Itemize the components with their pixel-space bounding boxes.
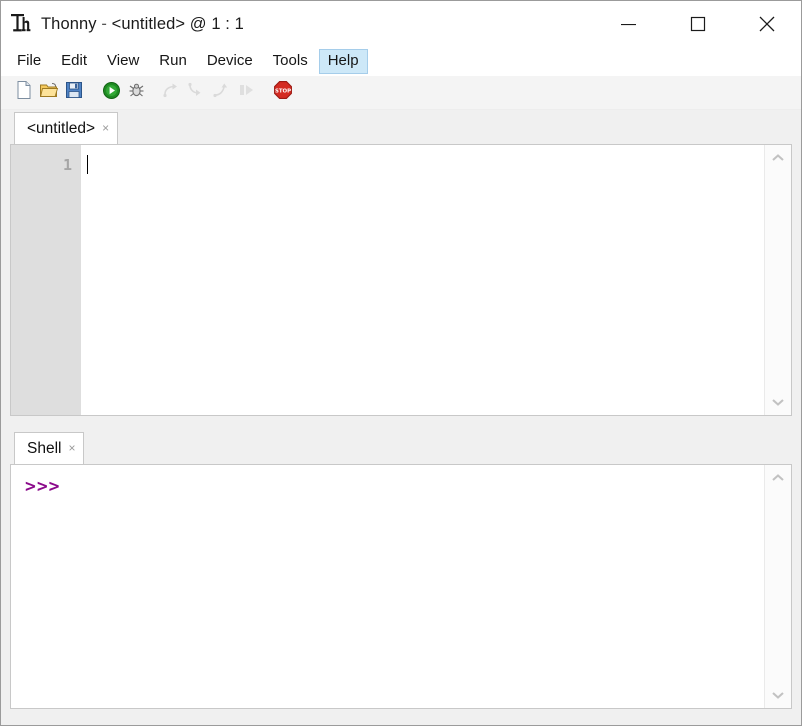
minimize-button[interactable] bbox=[594, 1, 663, 47]
svg-text:STOP: STOP bbox=[275, 89, 291, 95]
title-bar: Thonny - <untitled> @ 1 : 1 bbox=[1, 1, 801, 47]
window-title-app: Thonny bbox=[41, 14, 97, 33]
thonny-th-logo-icon bbox=[10, 12, 32, 36]
save-floppy-icon bbox=[65, 81, 83, 104]
content-bottom-spacer bbox=[10, 709, 792, 719]
run-play-icon bbox=[102, 81, 121, 105]
window-title-dash: - bbox=[101, 14, 107, 33]
open-file-button[interactable] bbox=[37, 81, 61, 105]
save-file-button[interactable] bbox=[62, 81, 86, 105]
window-title-position: @ 1 : 1 bbox=[189, 14, 244, 33]
chevron-down-icon[interactable] bbox=[769, 393, 787, 411]
step-into-icon bbox=[187, 82, 206, 104]
step-into-button[interactable] bbox=[184, 81, 208, 105]
pane-divider[interactable] bbox=[10, 416, 792, 430]
tab-shell[interactable]: Shell × bbox=[14, 432, 85, 464]
editor-text-area[interactable] bbox=[81, 145, 764, 415]
window-controls bbox=[594, 1, 801, 47]
menu-item-device[interactable]: Device bbox=[198, 49, 262, 75]
shell-tab-label: Shell bbox=[27, 439, 62, 457]
tab-untitled[interactable]: <untitled> × bbox=[14, 112, 119, 144]
debug-bug-icon bbox=[127, 81, 146, 105]
menu-item-help[interactable]: Help bbox=[318, 48, 368, 75]
step-out-button[interactable] bbox=[209, 81, 233, 105]
menu-item-file[interactable]: File bbox=[8, 49, 50, 75]
toolbar: STOP bbox=[1, 76, 801, 110]
text-cursor bbox=[87, 155, 88, 174]
menu-item-edit[interactable]: Edit bbox=[52, 49, 96, 75]
maximize-button[interactable] bbox=[663, 1, 732, 47]
editor-pane: 1 bbox=[10, 144, 792, 416]
menu-bar: File Edit View Run Device Tools Help bbox=[1, 47, 801, 76]
shell-tabstrip: Shell × bbox=[10, 430, 792, 464]
editor-tab-close-icon[interactable]: × bbox=[102, 122, 109, 135]
editor-tabstrip: <untitled> × bbox=[10, 110, 792, 144]
editor-tab-label: <untitled> bbox=[27, 119, 96, 137]
menu-item-run[interactable]: Run bbox=[150, 49, 196, 75]
step-out-icon bbox=[212, 82, 231, 104]
new-file-icon bbox=[15, 80, 33, 105]
shell-tab-close-icon[interactable]: × bbox=[68, 442, 75, 455]
open-folder-icon bbox=[39, 81, 59, 104]
resume-icon bbox=[237, 82, 256, 103]
close-button[interactable] bbox=[732, 1, 801, 47]
run-button[interactable] bbox=[99, 81, 123, 105]
window-title: Thonny - <untitled> @ 1 : 1 bbox=[41, 15, 244, 34]
close-icon bbox=[757, 14, 777, 34]
shell-prompt: >>> bbox=[25, 476, 61, 497]
thonny-main-window: Thonny - <untitled> @ 1 : 1 File Edit Vi… bbox=[0, 0, 802, 726]
chevron-up-icon[interactable] bbox=[769, 469, 787, 487]
title-bar-left: Thonny - <untitled> @ 1 : 1 bbox=[1, 12, 244, 36]
shell-notebook: Shell × >>> bbox=[10, 430, 792, 709]
chevron-up-icon[interactable] bbox=[769, 149, 787, 167]
new-file-button[interactable] bbox=[12, 81, 36, 105]
minimize-icon bbox=[619, 18, 638, 30]
step-over-button[interactable] bbox=[159, 81, 183, 105]
shell-pane: >>> bbox=[10, 464, 792, 709]
menu-item-view[interactable]: View bbox=[98, 49, 148, 75]
shell-text-area[interactable]: >>> bbox=[11, 465, 764, 708]
stop-sign-icon: STOP bbox=[273, 80, 293, 105]
window-title-file: <untitled> bbox=[111, 14, 186, 33]
step-over-icon bbox=[162, 82, 181, 104]
chevron-down-icon[interactable] bbox=[769, 686, 787, 704]
stop-button[interactable]: STOP bbox=[271, 81, 295, 105]
editor-vertical-scrollbar[interactable] bbox=[764, 145, 791, 415]
resume-button[interactable] bbox=[234, 81, 258, 105]
editor-notebook: <untitled> × 1 bbox=[10, 110, 792, 416]
maximize-icon bbox=[689, 15, 707, 33]
shell-vertical-scrollbar[interactable] bbox=[764, 465, 791, 708]
debug-button[interactable] bbox=[124, 81, 148, 105]
menu-item-tools[interactable]: Tools bbox=[264, 49, 317, 75]
line-number: 1 bbox=[62, 156, 72, 174]
editor-line-number-gutter: 1 bbox=[11, 145, 81, 415]
main-content: <untitled> × 1 Shell × >>> bbox=[1, 110, 801, 725]
